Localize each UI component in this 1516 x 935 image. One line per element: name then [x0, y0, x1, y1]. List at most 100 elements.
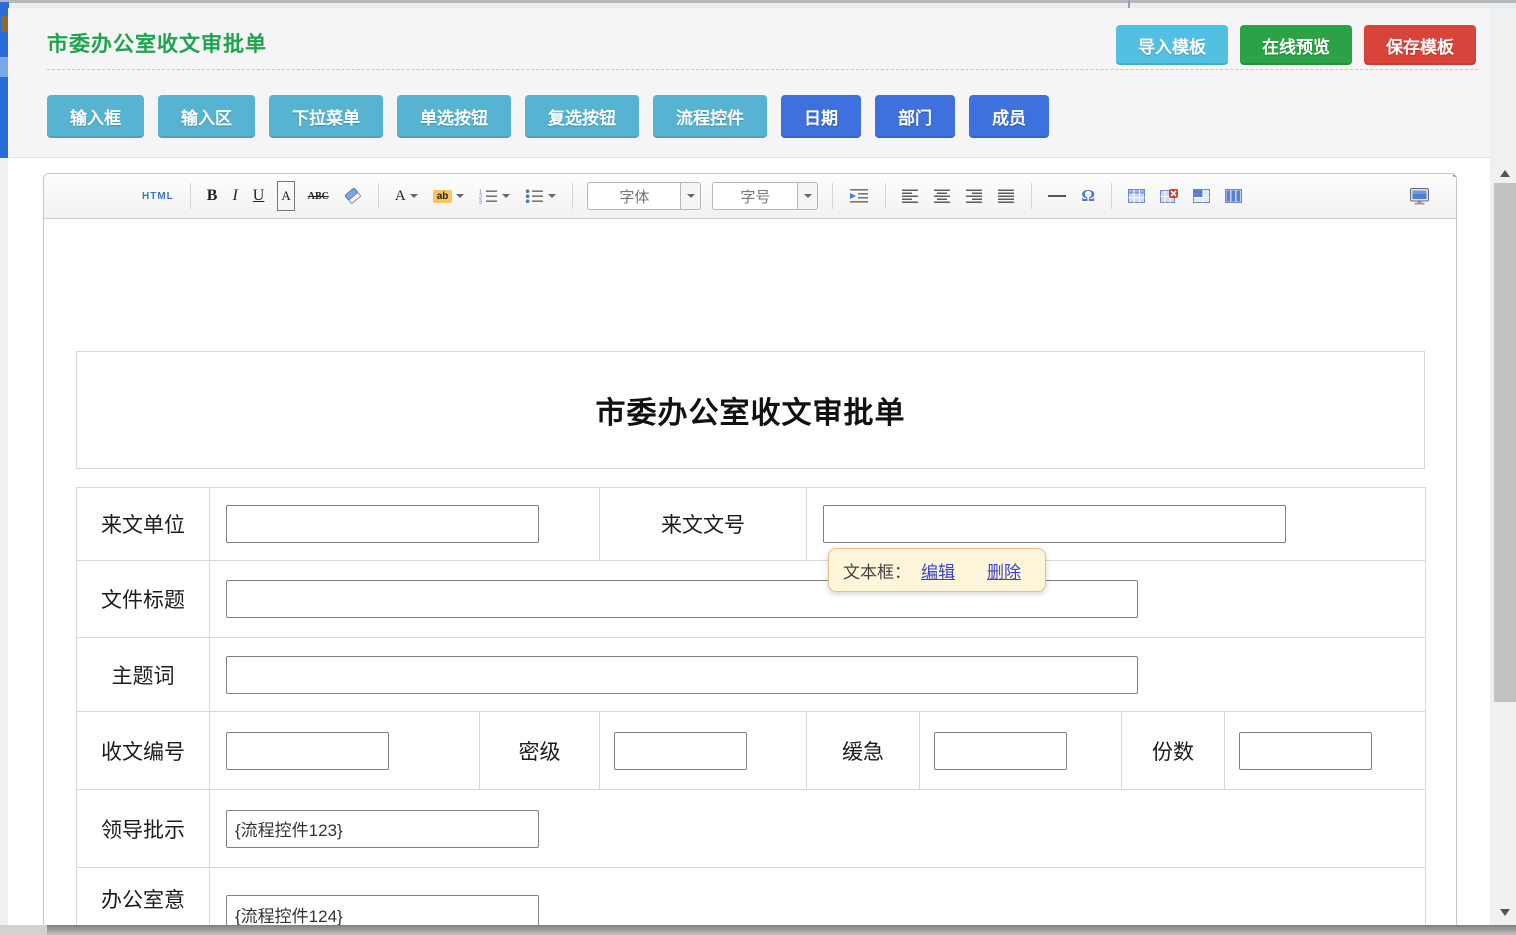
indent-button[interactable]: [847, 182, 871, 210]
receipt-number-input[interactable]: [226, 732, 389, 770]
horizontal-rule-icon: [1048, 195, 1066, 197]
chevron-down-icon: [548, 194, 556, 198]
chevron-down-icon: [797, 183, 817, 209]
table-icon: [1128, 189, 1145, 204]
chevron-down-icon: [502, 194, 510, 198]
toolbar-separator: [1111, 183, 1112, 209]
indent-icon: [849, 188, 869, 204]
highlight-color-button[interactable]: ab: [431, 182, 467, 210]
add-dropdown-button[interactable]: 下拉菜单: [269, 95, 383, 138]
document-title-box: 市委办公室收文审批单: [76, 351, 1425, 469]
table-row: 收文编号 密级 缓急 份数: [77, 712, 1426, 790]
bold-button[interactable]: B: [205, 182, 220, 210]
fullscreen-button[interactable]: [1407, 182, 1432, 210]
font-color-button[interactable]: A: [393, 182, 420, 210]
source-code-button[interactable]: HTML: [140, 182, 176, 210]
font-family-select[interactable]: 字体: [587, 182, 701, 210]
subject-input[interactable]: [226, 656, 1138, 694]
field-cell: [600, 712, 807, 790]
flow-control-123-input[interactable]: [226, 810, 539, 848]
add-input-box-button[interactable]: 输入框: [47, 95, 144, 138]
monitor-icon: [1409, 188, 1430, 205]
toolbar-separator: [190, 183, 191, 209]
editor-toolbar: HTML B I U A ABC A ab 123 字体: [44, 174, 1456, 219]
page-header: 市委办公室收文审批单 导入模板 在线预览 保存模板 输入框 输入区 下拉菜单 单…: [8, 8, 1490, 158]
align-right-button[interactable]: [964, 182, 985, 210]
control-tooltip: 文本框： 编辑 删除: [828, 548, 1046, 592]
add-flow-control-button[interactable]: 流程控件: [653, 95, 767, 138]
field-cell: [1225, 712, 1426, 790]
doc-number-input[interactable]: [823, 505, 1286, 543]
field-label-urgency: 缓急: [807, 712, 920, 790]
chevron-down-icon: [456, 194, 464, 198]
secrecy-input[interactable]: [614, 732, 747, 770]
toolbar-separator: [1031, 183, 1032, 209]
add-checkbox-button[interactable]: 复选按钮: [525, 95, 639, 138]
special-character-button[interactable]: Ω: [1079, 182, 1097, 210]
row-properties-button[interactable]: [1223, 182, 1244, 210]
add-date-button[interactable]: 日期: [781, 95, 861, 138]
field-cell: [210, 561, 1426, 638]
field-label-leader-comments: 领导批示: [77, 790, 210, 868]
editor-content[interactable]: 市委办公室收文审批单 来文单位 来文文号 文件标题 主题: [44, 219, 1456, 935]
field-label-doc-title: 文件标题: [77, 561, 210, 638]
header-divider: [47, 69, 1478, 70]
align-left-icon: [902, 188, 919, 204]
table-row: 来文单位 来文文号: [77, 488, 1426, 561]
header-actions: 导入模板 在线预览 保存模板: [1116, 25, 1476, 65]
add-member-button[interactable]: 成员: [969, 95, 1049, 138]
field-label-subject: 主题词: [77, 638, 210, 712]
horizontal-rule-button[interactable]: [1046, 182, 1068, 210]
ordered-list-button[interactable]: 123: [477, 182, 512, 210]
window-top-divider: [1128, 0, 1130, 8]
app-window: 市委办公室收文审批单 导入模板 在线预览 保存模板 输入框 输入区 下拉菜单 单…: [0, 0, 1516, 935]
align-center-button[interactable]: [932, 182, 953, 210]
rich-text-editor: HTML B I U A ABC A ab 123 字体: [43, 173, 1457, 935]
text-style-button[interactable]: A: [277, 181, 294, 211]
scrollbar-thumb[interactable]: [1494, 183, 1516, 702]
scroll-up-icon[interactable]: [1500, 170, 1510, 177]
urgency-input[interactable]: [934, 732, 1067, 770]
delete-table-button[interactable]: [1158, 182, 1180, 210]
save-template-button[interactable]: 保存模板: [1364, 25, 1476, 65]
add-department-button[interactable]: 部门: [875, 95, 955, 138]
field-label-copies: 份数: [1122, 712, 1225, 790]
online-preview-button[interactable]: 在线预览: [1240, 25, 1352, 65]
unordered-list-button[interactable]: [523, 182, 558, 210]
add-radio-button[interactable]: 单选按钮: [397, 95, 511, 138]
field-cell: [920, 712, 1122, 790]
page-title: 市委办公室收文审批单: [47, 28, 267, 58]
edit-link[interactable]: 编辑: [921, 558, 955, 583]
svg-text:3: 3: [479, 200, 482, 205]
component-toolbox: 输入框 输入区 下拉菜单 单选按钮 复选按钮 流程控件 日期 部门 成员: [47, 95, 1049, 138]
form-table: 来文单位 来文文号 文件标题 主题词 收文编号 密级: [76, 487, 1426, 935]
delete-link[interactable]: 删除: [987, 558, 1021, 583]
cell-properties-icon: [1193, 189, 1210, 204]
align-right-icon: [966, 188, 983, 204]
field-cell: [210, 638, 1426, 712]
chevron-down-icon: [410, 194, 418, 198]
underline-button[interactable]: U: [251, 182, 267, 210]
toolbar-separator: [885, 183, 886, 209]
row-properties-icon: [1225, 189, 1242, 204]
background-icon-fragment: [0, 57, 8, 77]
source-unit-input[interactable]: [226, 505, 539, 543]
copies-input[interactable]: [1239, 732, 1372, 770]
insert-table-button[interactable]: [1126, 182, 1147, 210]
background-window-edge-left: [0, 925, 47, 935]
eraser-button[interactable]: [342, 182, 364, 210]
cell-properties-button[interactable]: [1191, 182, 1212, 210]
import-template-button[interactable]: 导入模板: [1116, 25, 1228, 65]
font-size-select[interactable]: 字号: [712, 182, 818, 210]
strikethrough-button[interactable]: ABC: [306, 182, 331, 210]
field-cell: [210, 488, 600, 561]
table-row: 文件标题: [77, 561, 1426, 638]
add-textarea-button[interactable]: 输入区: [158, 95, 255, 138]
vertical-scrollbar[interactable]: [1494, 163, 1516, 925]
italic-button[interactable]: I: [230, 182, 239, 210]
chevron-down-icon: [680, 183, 700, 209]
align-justify-button[interactable]: [996, 182, 1017, 210]
field-label-source-unit: 来文单位: [77, 488, 210, 561]
scroll-down-icon[interactable]: [1500, 909, 1510, 916]
align-left-button[interactable]: [900, 182, 921, 210]
